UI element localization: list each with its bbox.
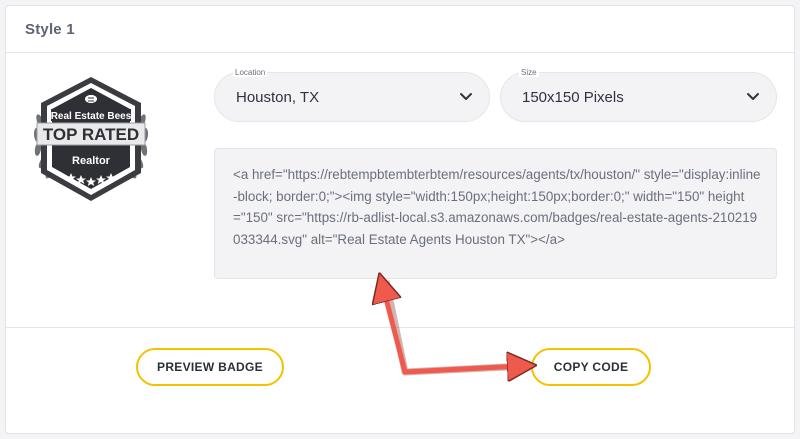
badge-role: Realtor <box>72 155 111 167</box>
copy-code-button[interactable]: COPY CODE <box>531 348 651 386</box>
card-divider <box>6 327 794 328</box>
badge-headline: TOP RATED <box>43 125 139 144</box>
badge-brand: Real Estate Bees <box>51 111 132 122</box>
size-label: Size <box>519 68 539 77</box>
size-select[interactable]: Size 150x150 Pixels <box>500 68 777 122</box>
embed-code-box[interactable]: <a href="https://rebtempbtembterbtem/res… <box>214 148 777 279</box>
preview-badge-button[interactable]: PREVIEW BADGE <box>136 348 284 386</box>
chevron-down-icon <box>747 93 759 100</box>
card-header: Style 1 <box>6 6 794 53</box>
chevron-down-icon <box>460 93 472 100</box>
size-value: 150x150 Pixels <box>522 89 624 106</box>
location-label: Location <box>233 68 268 77</box>
top-rated-badge: Real Estate Bees TOP RATED Realtor <box>21 69 161 209</box>
location-value: Houston, TX <box>236 89 320 106</box>
card-title: Style 1 <box>25 21 75 38</box>
bee-icon <box>85 95 97 103</box>
badge-style-card: Style 1 Real Estate Bees TOP RATED Realt… <box>5 5 795 434</box>
location-select[interactable]: Location Houston, TX <box>214 68 490 122</box>
